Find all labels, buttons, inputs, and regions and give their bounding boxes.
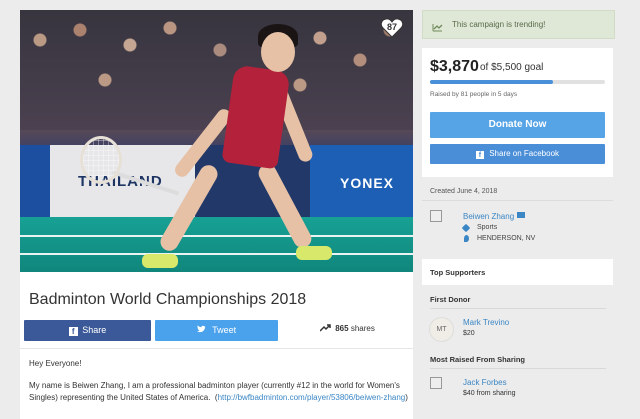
court (20, 217, 413, 272)
donor-avatar: MT (429, 317, 454, 342)
facebook-icon: f (68, 327, 78, 336)
raised-amount: $3,870 (430, 58, 479, 75)
shares-number: 865 (335, 324, 349, 333)
created-date: Created June 4, 2018 (430, 188, 498, 195)
first-donor-heading: First Donor (430, 295, 471, 304)
player-shoe (296, 246, 332, 260)
story-paren-close: ) (405, 393, 408, 402)
ad-board-yonex: YONEX (310, 145, 413, 217)
player-shoe (142, 254, 178, 268)
shares-count: 865 shares (319, 324, 375, 334)
story-paragraph: My name is Beiwen Zhang, I am a professi… (29, 380, 409, 404)
top-supporters-card: Top Supporters (422, 259, 613, 285)
donation-card: $3,870 of $5,500 goal Raised by 81 peopl… (422, 48, 613, 177)
most-raised-amount: $40 from sharing (463, 390, 516, 397)
story-link[interactable]: http://bwfbadminton.com/player/53806/bei… (218, 393, 406, 402)
campaign-title: Badminton World Championships 2018 (29, 291, 307, 308)
share-on-facebook-label: Share on Facebook (489, 149, 560, 158)
ad-board-thailand: THAILAND (50, 145, 195, 217)
goal-text: of $5,500 goal (480, 62, 544, 73)
trending-text: This campaign is trending! (452, 20, 546, 29)
trending-icon (319, 324, 331, 334)
tag-icon (461, 223, 471, 233)
organizer-location: HENDERSON, NV (477, 235, 536, 242)
raised-by-text: Raised by 81 people in 5 days (430, 91, 518, 98)
mail-icon[interactable] (517, 212, 525, 218)
most-raised-name[interactable]: Jack Forbes (463, 378, 507, 387)
top-supporters-heading: Top Supporters (430, 268, 486, 277)
story-greeting: Hey Everyone! (29, 359, 82, 368)
facebook-share-label: Share (82, 325, 107, 335)
divider (430, 368, 606, 369)
twitter-share-label: Tweet (212, 325, 237, 335)
organizer-category: Sports (477, 224, 498, 231)
facebook-share-button[interactable]: f Share (24, 320, 151, 341)
campaign-card: THAILAND YONEX 87 Badminton World Champi… (20, 10, 413, 419)
court-line (20, 253, 413, 255)
share-row: f Share Tweet 865 shares (24, 320, 409, 341)
shares-label: shares (350, 324, 375, 333)
organizer-avatar[interactable] (430, 210, 442, 222)
facebook-icon: f (475, 151, 484, 159)
divider (422, 200, 613, 201)
chart-trend-icon (432, 19, 443, 37)
like-count: 87 (386, 22, 397, 32)
location-pin-icon (464, 235, 469, 242)
divider (430, 308, 606, 309)
racket-head (80, 136, 122, 184)
court-line (20, 235, 413, 237)
like-heart-button[interactable]: 87 (380, 16, 404, 40)
campaign-hero-image[interactable]: THAILAND YONEX 87 (20, 10, 413, 272)
campaign-story: Hey Everyone! My name is Beiwen Zhang, I… (29, 358, 409, 414)
sharer-avatar (430, 377, 442, 389)
trending-banner: This campaign is trending! (422, 10, 615, 39)
progress-bar (430, 80, 605, 84)
twitter-share-button[interactable]: Tweet (155, 320, 278, 341)
first-donor-name[interactable]: Mark Trevino (463, 318, 509, 327)
sponsor-text: YONEX (340, 175, 395, 191)
share-on-facebook-button[interactable]: f Share on Facebook (430, 144, 605, 164)
first-donor-amount: $20 (463, 330, 475, 337)
most-raised-heading: Most Raised From Sharing (430, 355, 526, 364)
donate-now-button[interactable]: Donate Now (430, 112, 605, 138)
ad-board (20, 145, 50, 217)
organizer-name-link[interactable]: Beiwen Zhang (463, 212, 514, 221)
crowd-background (20, 10, 413, 130)
progress-fill (430, 80, 554, 84)
divider (20, 348, 413, 349)
player-head (261, 32, 295, 72)
twitter-icon (196, 320, 206, 341)
